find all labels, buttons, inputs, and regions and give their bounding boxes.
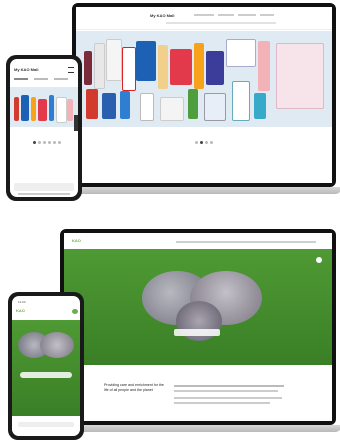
product-bottle (84, 51, 92, 85)
product-box (106, 39, 122, 81)
hero-field-image (64, 249, 332, 365)
bottom-article: Providing care and enrichment for the li… (64, 365, 332, 421)
product-box (102, 93, 116, 119)
phone-menu-icon[interactable] (68, 67, 74, 73)
top-nav-item[interactable] (218, 14, 234, 16)
product-bottle (158, 45, 168, 89)
top-laptop-base (66, 187, 340, 194)
phone-hero-image (12, 320, 80, 416)
kao-logo[interactable]: KAO (72, 238, 81, 243)
top-laptop-screen: My KAO Mall (72, 3, 336, 187)
product-box (170, 49, 192, 85)
phone-toolbar (18, 193, 70, 195)
bottom-laptop-screen: KAO Providing care and enrichment for th… (60, 229, 336, 425)
banner-carousel-dots[interactable] (194, 131, 214, 149)
phone-kao-logo[interactable]: KAO (16, 308, 25, 313)
product-bottle (67, 99, 73, 121)
product-bottle (140, 93, 154, 121)
product-bottle (122, 47, 136, 91)
carousel-dot-active[interactable] (33, 141, 36, 144)
top-nav-item[interactable] (194, 14, 214, 16)
product-bottle (49, 95, 54, 121)
top-phone: My KAO Mall (6, 55, 82, 201)
product-box (206, 51, 224, 85)
phone-product-banner[interactable] (10, 87, 78, 127)
bottom-site-header: KAO (64, 233, 332, 249)
product-box (136, 41, 156, 81)
scroll-arrow-icon[interactable] (316, 257, 322, 263)
phone-tab[interactable] (54, 78, 68, 80)
product-box (21, 95, 29, 121)
product-box (56, 97, 67, 123)
phone-tab[interactable] (34, 78, 48, 80)
carousel-dot[interactable] (58, 141, 61, 144)
product-bottle (254, 93, 266, 119)
carousel-dot[interactable] (43, 141, 46, 144)
heart-crowd (40, 332, 74, 358)
top-laptop-display: My KAO Mall (76, 7, 332, 183)
phone-address-bar[interactable] (18, 422, 74, 427)
carousel-dot[interactable] (53, 141, 56, 144)
top-subnav (166, 22, 276, 24)
product-bottle (194, 43, 204, 89)
phone-address-bar[interactable] (14, 183, 74, 191)
phone-site-title[interactable]: My KAO Mall (14, 67, 38, 72)
product-bottle (232, 81, 250, 121)
top-nav-item[interactable] (260, 14, 274, 16)
phone-tab-bar (14, 77, 74, 81)
top-site-title[interactable]: My KAO Mall (150, 13, 174, 18)
product-bottle (94, 43, 105, 89)
bottom-laptop-display: KAO Providing care and enrichment for th… (64, 233, 332, 421)
article-text-line (174, 385, 284, 387)
hero-caption-box (174, 329, 220, 336)
phone-menu-icon[interactable] (72, 309, 78, 314)
product-box (160, 97, 184, 121)
article-heading: Providing care and enrichment for the li… (104, 383, 164, 392)
bottom-phone-display: 12:00 KAO (12, 296, 80, 436)
product-bottle (14, 97, 19, 121)
product-bottle (86, 89, 98, 119)
phone-status-time: 12:00 (18, 300, 26, 304)
carousel-dot[interactable] (195, 141, 198, 144)
article-text-line (174, 390, 278, 392)
product-box (226, 39, 256, 67)
product-banner[interactable] (76, 31, 332, 127)
product-bottle (31, 97, 36, 121)
product-diaper-pack (276, 43, 324, 109)
top-phone-display: My KAO Mall (10, 59, 78, 197)
carousel-dot[interactable] (38, 141, 41, 144)
product-bottle (188, 89, 198, 119)
bottom-laptop-base (54, 425, 340, 432)
bottom-nav-bar (176, 241, 316, 243)
phone-cta-button[interactable] (20, 372, 72, 378)
top-site-header: My KAO Mall (76, 7, 332, 30)
phone-side-tab[interactable] (74, 115, 78, 131)
carousel-dot[interactable] (48, 141, 51, 144)
product-bottle (120, 91, 130, 119)
bottom-phone: 12:00 KAO (8, 292, 84, 440)
top-nav-item[interactable] (238, 14, 256, 16)
product-box (38, 99, 47, 121)
phone-bottom-sheet (12, 416, 80, 436)
carousel-dot-active[interactable] (200, 141, 203, 144)
product-box (204, 93, 226, 121)
article-text-line (174, 397, 282, 399)
article-text-line (174, 402, 270, 404)
carousel-dot[interactable] (210, 141, 213, 144)
phone-carousel-dots[interactable] (32, 131, 62, 149)
phone-tab[interactable] (14, 78, 28, 80)
product-bottle (258, 41, 270, 91)
carousel-dot[interactable] (205, 141, 208, 144)
